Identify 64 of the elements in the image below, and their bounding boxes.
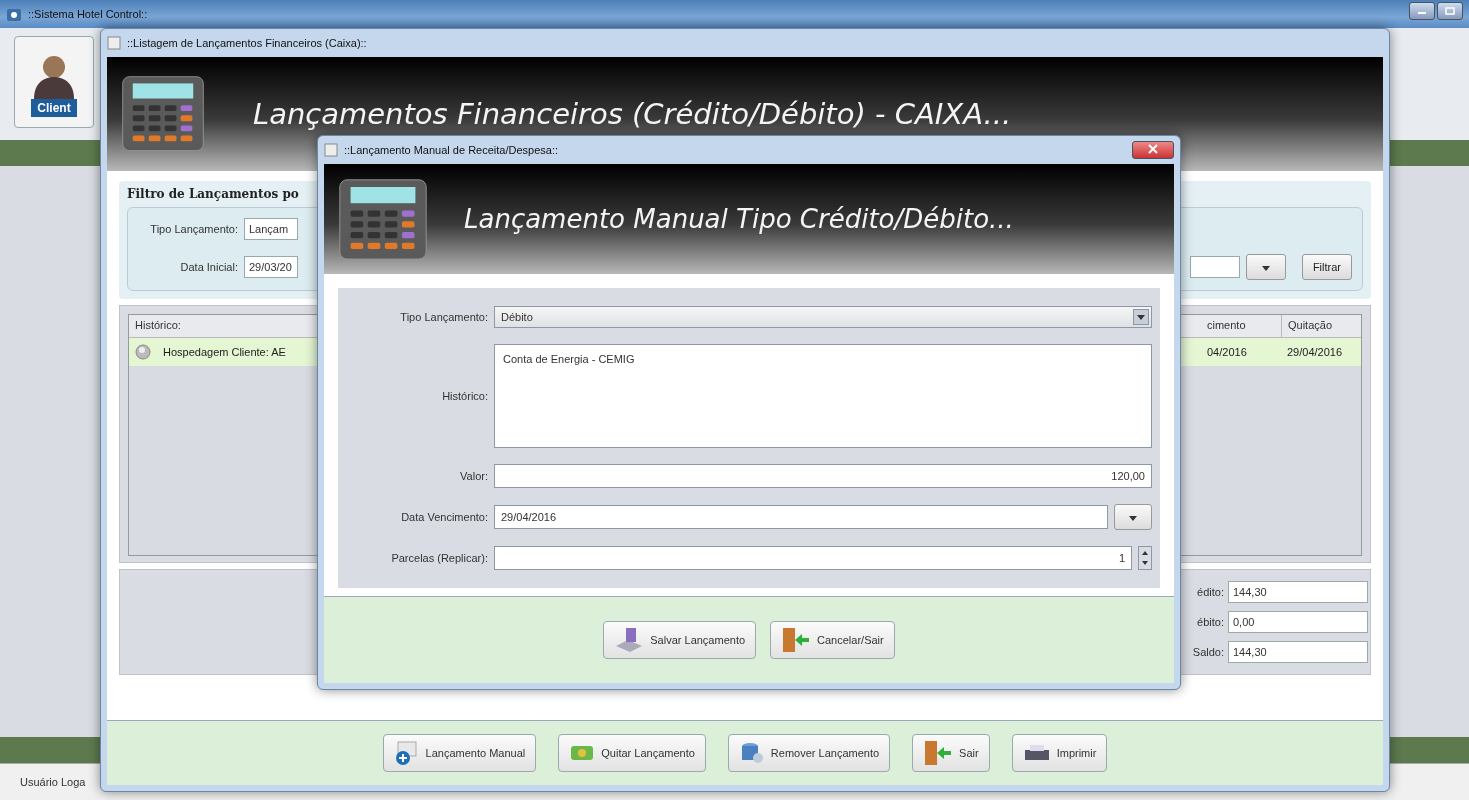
total-field: 144,30 (1228, 641, 1368, 663)
table-cell-text: 04/2016 (1206, 346, 1248, 358)
column-header: Histórico: (134, 318, 182, 333)
history-textarea[interactable]: Conta de Energia - CEMIG (494, 344, 1152, 448)
calendar-dropdown-button[interactable] (1114, 504, 1152, 530)
caret-icon (1129, 516, 1137, 521)
close-icon (1148, 144, 1158, 154)
action-button[interactable]: Lançamento Manual (382, 734, 537, 772)
window-icon (324, 143, 338, 157)
table-cell-text: 29/04/2016 (1286, 346, 1344, 358)
filter-button[interactable]: Filtrar (1301, 254, 1352, 280)
caret-icon (1261, 266, 1270, 271)
calculator-icon (338, 177, 428, 261)
door-exit-icon (923, 739, 954, 767)
dialog-heading: Lançamento Manual Tipo Crédito/Débito... (464, 204, 1014, 234)
installments-spinner[interactable]: 1 (494, 546, 1132, 570)
total-label: édito: (1197, 586, 1224, 598)
printer-icon (1022, 743, 1051, 763)
dialog-button[interactable]: Salvar Lançamento (603, 621, 757, 659)
dialog-button[interactable]: Cancelar/Sair (770, 621, 895, 659)
dialog-title: ::Lançamento Manual de Receita/Despesa:: (344, 144, 559, 156)
action-button[interactable]: Remover Lançamento (727, 734, 891, 772)
door-exit-icon (781, 626, 812, 654)
start-date-input[interactable]: 29/03/20 (244, 256, 298, 278)
total-field: 0,00 (1228, 611, 1368, 633)
app-title: ::Sistema Hotel Control:: (28, 8, 148, 20)
field-label: Tipo Lançamento: (399, 311, 488, 323)
date-dropdown-button[interactable] (1245, 254, 1286, 280)
app-icon (6, 6, 22, 22)
status-user: Usuário Loga (20, 776, 86, 788)
type-label: Tipo Lançamento: (149, 223, 238, 235)
action-button[interactable]: Imprimir (1011, 734, 1108, 772)
end-date-input[interactable] (1189, 256, 1240, 278)
spinner-arrows-icon[interactable] (1138, 546, 1152, 570)
calculator-icon (121, 75, 205, 153)
person-silhouette-icon (32, 53, 76, 99)
window-heading: Lançamentos Financeiros (Crédito/Débito) - CAIXA... (253, 97, 1012, 131)
filter-title: Filtro de Lançamentos po (127, 187, 300, 201)
window-title: ::Listagem de Lançamentos Financeiros (Caixa):: (127, 37, 367, 49)
date-input[interactable]: 29/04/2016 (494, 505, 1108, 529)
field-label: Data Vencimento: (400, 511, 488, 523)
plus-circle-icon (393, 740, 420, 766)
type-select[interactable]: Débito (494, 306, 1152, 328)
minimize-button[interactable] (1409, 2, 1435, 20)
column-header: cimento (1206, 318, 1247, 333)
start-date-label: Data Inicial: (179, 261, 238, 273)
total-field: 144,30 (1228, 581, 1368, 603)
field-label: Valor: (459, 470, 488, 482)
total-label: ébito: (1197, 616, 1224, 628)
value-input[interactable]: 120,00 (494, 464, 1152, 488)
field-label: Histórico: (441, 390, 488, 402)
field-label: Parcelas (Replicar): (390, 552, 488, 564)
status-orb-icon (135, 344, 151, 360)
action-button[interactable]: Quitar Lançamento (558, 734, 706, 772)
maximize-icon (1445, 7, 1455, 15)
close-button[interactable] (1132, 141, 1174, 159)
total-label: Saldo: (1192, 646, 1224, 658)
column-header: Quitação (1281, 315, 1361, 337)
action-button[interactable]: Sair (912, 734, 990, 772)
table-cell-text: Hospedagem Cliente: AE (162, 346, 287, 358)
type-combo[interactable]: Lançam (244, 218, 298, 240)
maximize-button[interactable] (1437, 2, 1463, 20)
window-icon (107, 36, 121, 50)
clients-button[interactable]: Client (14, 36, 94, 128)
